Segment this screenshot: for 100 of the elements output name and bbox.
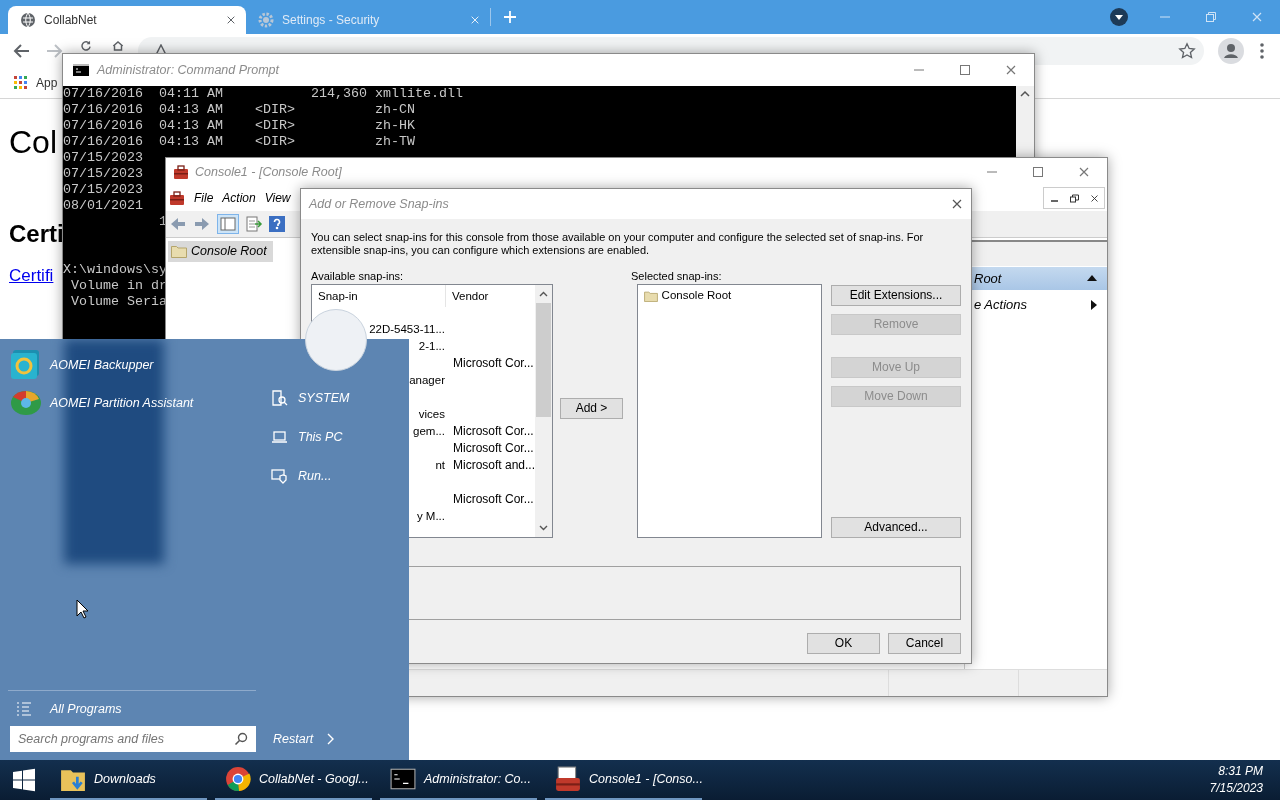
menu-item[interactable]: File <box>194 189 214 208</box>
search-icon[interactable] <box>234 732 248 746</box>
list-label: Selected snap-ins: <box>631 269 722 284</box>
table-cell: anager <box>409 374 445 386</box>
maximize-icon[interactable] <box>959 64 971 76</box>
taskbar-button[interactable]: Downloads <box>50 760 207 800</box>
table-cell: gem... <box>413 425 445 437</box>
chevron-right-icon <box>327 733 336 745</box>
console-line: 07/15/2023 <box>63 182 143 198</box>
start-menu-item[interactable]: AOMEI Backupper <box>10 349 194 381</box>
list-item[interactable]: Console Root <box>643 287 735 305</box>
apps-grid-icon[interactable] <box>14 76 28 90</box>
add-button[interactable]: Add > <box>560 398 624 419</box>
list-icon <box>16 701 32 717</box>
browser-tab[interactable]: CollabNet <box>8 6 246 34</box>
table-cell: Microsoft Cor... <box>453 424 534 438</box>
profile-avatar-icon[interactable] <box>1218 38 1244 64</box>
console-line: 07/15/2023 <box>63 150 143 166</box>
window-title: Administrator: Command Prompt <box>97 61 279 79</box>
start-menu-item[interactable]: AOMEI Partition Assistant <box>10 387 194 419</box>
start-menu-link[interactable]: SYSTEM <box>271 388 350 408</box>
console-line: 07/16/2016 04:13 AM <DIR> zh-TW <box>63 134 415 150</box>
console-line: 07/16/2016 04:13 AM <DIR> zh-HK <box>63 118 415 134</box>
close-icon[interactable] <box>1089 193 1099 203</box>
all-programs-link[interactable]: All Programs <box>16 699 122 719</box>
certificate-link[interactable]: Certifi <box>9 263 64 289</box>
table-cell: y M... <box>416 510 445 522</box>
folder-icon <box>643 289 658 302</box>
list-label: Available snap-ins: <box>311 269 405 284</box>
close-icon[interactable] <box>951 198 963 210</box>
console-line: 07/16/2016 04:13 AM <DIR> zh-CN <box>63 102 415 118</box>
table-cell: Microsoft and... <box>453 458 536 472</box>
start-menu-link[interactable]: Run... <box>271 466 350 486</box>
cursor-icon <box>76 599 89 619</box>
table-cell: Microsoft Cor... <box>453 441 534 455</box>
console-icon <box>390 766 416 792</box>
scrollbar-thumb[interactable] <box>536 303 552 417</box>
folder-icon <box>171 244 187 259</box>
console-line: Volume Seria <box>70 294 167 310</box>
star-icon[interactable] <box>1178 42 1196 60</box>
dialog-button[interactable]: Edit Extensions... <box>831 285 961 306</box>
close-icon[interactable] <box>1078 166 1090 178</box>
backup-app-icon <box>10 349 42 381</box>
console-line: 07/16/2016 04:11 AM 214,360 xmllite.dll <box>63 86 463 102</box>
close-icon[interactable] <box>226 15 236 25</box>
table-cell: 22D-5453-11... <box>369 323 445 335</box>
start-menu-link[interactable]: This PC <box>271 427 350 447</box>
console-tree-toggle-icon[interactable] <box>217 213 239 234</box>
home-icon[interactable] <box>111 39 125 53</box>
console-icon <box>73 64 89 76</box>
table-cell: Microsoft Cor... <box>453 492 534 506</box>
toolbox-icon <box>555 766 581 792</box>
clock-time: 8:31 PM <box>1218 763 1263 780</box>
windows-logo-icon <box>12 768 36 792</box>
menu-item[interactable]: Action <box>222 189 256 208</box>
laptop-icon <box>271 428 288 446</box>
menu-item[interactable]: View <box>264 189 291 208</box>
table-cell: nt <box>435 459 445 471</box>
maximize-icon[interactable] <box>1032 166 1044 178</box>
gear-icon <box>258 12 274 28</box>
taskbar-button[interactable]: Console1 - [Conso... <box>545 760 702 800</box>
console-line: Volume in dr <box>70 278 167 294</box>
toolbox-icon <box>173 164 189 180</box>
table-cell: Microsoft Cor... <box>453 356 534 370</box>
export-list-icon[interactable] <box>245 214 263 233</box>
scroll-up-icon[interactable] <box>1020 90 1030 98</box>
table-cell: vices <box>418 408 445 420</box>
reload-icon[interactable] <box>79 39 93 53</box>
dialog-title: Add or Remove Snap-ins <box>309 195 449 213</box>
scroll-down-icon[interactable] <box>539 525 549 531</box>
clock-date: 7/15/2023 <box>1209 780 1263 797</box>
chrome-icon <box>225 766 251 792</box>
tree-item[interactable]: Console Root <box>168 240 273 262</box>
help-icon[interactable] <box>269 215 285 232</box>
user-folder-icon <box>271 389 288 407</box>
column-header[interactable]: Vendor <box>446 285 536 307</box>
taskbar-button[interactable]: Administrator: Co... <box>380 760 537 800</box>
advanced-button[interactable]: Advanced... <box>831 517 961 538</box>
console-line: 08/01/2021 <box>63 198 143 214</box>
globe-icon <box>20 12 36 28</box>
dialog-description: You can select snap-ins for this console from those available on your computer and configure the selected set of snap-ins. For extensible snap-ins, you can configure which extensions are enabled. <box>311 231 925 257</box>
section-heading: Certi <box>9 219 64 249</box>
submenu-arrow-icon[interactable] <box>1091 299 1097 310</box>
dropdown-circle-icon[interactable] <box>1110 8 1128 26</box>
new-tab-icon[interactable] <box>503 10 517 24</box>
scroll-up-icon[interactable] <box>539 291 549 297</box>
console-line: X:\windows\sy <box>63 262 167 278</box>
restore-icon[interactable] <box>1069 193 1079 203</box>
column-header[interactable]: Snap-in <box>312 285 446 307</box>
taskbar-button[interactable]: CollabNet - Googl... <box>215 760 372 800</box>
search-field[interactable]: Search programs and files <box>10 726 256 752</box>
collapse-arrow-icon[interactable] <box>1087 275 1097 282</box>
toolbox-icon <box>169 190 185 207</box>
dialog-button[interactable]: OK <box>807 633 880 654</box>
bookmark-link[interactable]: App <box>36 74 58 92</box>
table-cell: 2-1... <box>418 340 445 352</box>
console-line: 07/15/2023 <box>63 166 143 182</box>
restart-button[interactable]: Restart <box>273 729 336 749</box>
dialog-button[interactable]: Cancel <box>888 633 961 654</box>
close-icon[interactable] <box>1005 64 1017 76</box>
